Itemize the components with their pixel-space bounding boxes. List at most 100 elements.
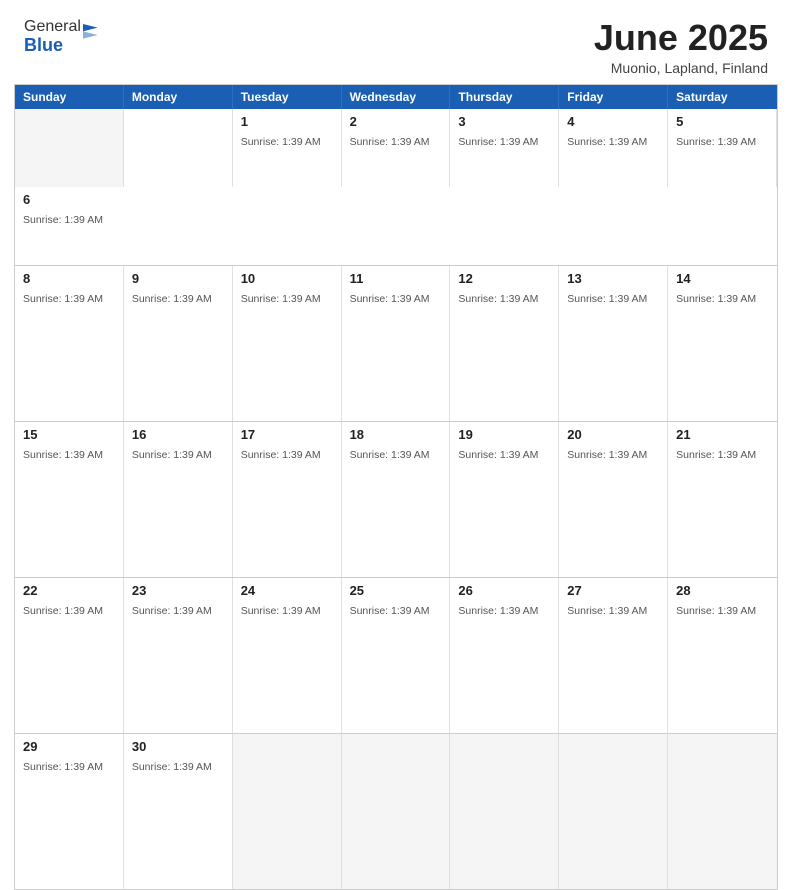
calendar-cell-8: 8 Sunrise: 1:39 AM	[15, 266, 124, 421]
calendar-cell-21: 21 Sunrise: 1:39 AM	[668, 422, 777, 577]
calendar-cell-	[124, 109, 233, 187]
calendar-cell-30: 30 Sunrise: 1:39 AM	[124, 734, 233, 889]
calendar-cell-27: 27Sunrise: 1:39 AM	[559, 578, 668, 733]
calendar-cell-6: 6 Sunrise: 1:39 AM	[15, 187, 124, 265]
day-number: 11	[350, 271, 442, 286]
header-friday: Friday	[559, 85, 668, 109]
sunrise-text: Sunrise: 1:39 AM	[676, 449, 756, 461]
sunrise-text: Sunrise: 1:39 AM	[350, 449, 430, 461]
day-number: 20	[567, 427, 659, 442]
sunrise-text: Sunrise: 1:39 AM	[567, 605, 647, 617]
day-number: 15	[23, 427, 115, 442]
calendar-cell-9: 9Sunrise: 1:39 AM	[124, 266, 233, 421]
calendar-cell-2: 2 Sunrise: 1:39 AM	[342, 109, 451, 187]
calendar-cell-19: 19 Sunrise: 1:39 AM	[450, 422, 559, 577]
calendar-week-1: 1Sunrise: 1:39 AM2Sunrise: 1:39 AM3Sunri…	[15, 109, 777, 265]
day-number: 14	[676, 271, 769, 286]
calendar-cell-26: 26 Sunrise: 1:39 AM	[450, 578, 559, 733]
calendar-cell-empty	[342, 734, 451, 889]
calendar-cell-20: 20 Sunrise: 1:39 AM	[559, 422, 668, 577]
calendar-cell-empty	[15, 109, 124, 187]
header-monday: Monday	[124, 85, 233, 109]
calendar-cell-25: 25Sunrise: 1:39 AM	[342, 578, 451, 733]
day-number: 6	[23, 192, 116, 207]
header-tuesday: Tuesday	[233, 85, 342, 109]
calendar-cell-28: 28 Sunrise: 1:39 AM	[668, 578, 777, 733]
sunrise-text: Sunrise: 1:39 AM	[567, 449, 647, 461]
logo-text: General Blue	[24, 18, 105, 55]
header-saturday: Saturday	[668, 85, 777, 109]
calendar-cell-1: 1 Sunrise: 1:39 AM	[233, 109, 342, 187]
sunrise-text: Sunrise: 1:39 AM	[458, 293, 538, 305]
day-number: 1	[241, 114, 333, 129]
sunrise-text: Sunrise: 1:39 AM	[132, 605, 212, 617]
sunrise-text: Sunrise: 1:39 AM	[458, 136, 538, 148]
logo-flag-icon	[83, 24, 105, 46]
sunrise-text: Sunrise: 1:39 AM	[676, 293, 756, 305]
calendar-cell-23: 23 Sunrise: 1:39 AM	[124, 578, 233, 733]
day-number: 19	[458, 427, 550, 442]
sunrise-text: Sunrise: 1:39 AM	[567, 136, 647, 148]
title-section: June 2025 Muonio, Lapland, Finland	[594, 18, 768, 76]
day-number: 16	[132, 427, 224, 442]
calendar-cell-15: 15Sunrise: 1:39 AM	[15, 422, 124, 577]
header-wednesday: Wednesday	[342, 85, 451, 109]
day-number: 8	[23, 271, 115, 286]
calendar-week-4: 22Sunrise: 1:39 AM23Sunrise: 1:39 AM24Su…	[15, 577, 777, 733]
day-number: 30	[132, 739, 224, 754]
day-number: 9	[132, 271, 224, 286]
calendar-cell-10: 10Sunrise: 1:39 AM	[233, 266, 342, 421]
sunrise-text: Sunrise: 1:39 AM	[567, 293, 647, 305]
header: General Blue June 2025 Muonio, Lapland, …	[0, 0, 792, 84]
calendar-cell-5: 5 Sunrise: 1:39 AM	[668, 109, 777, 187]
calendar-cell-empty	[450, 734, 559, 889]
sunrise-text: Sunrise: 1:39 AM	[23, 605, 103, 617]
calendar-week-5: 29Sunrise: 1:39 AM 30 Sunrise: 1:39 AM	[15, 733, 777, 889]
calendar-cell-14: 14 Sunrise: 1:39 AM	[668, 266, 777, 421]
day-number: 26	[458, 583, 550, 598]
sunrise-text: Sunrise: 1:39 AM	[241, 449, 321, 461]
day-number: 23	[132, 583, 224, 598]
calendar-cell-empty	[233, 734, 342, 889]
month-title: June 2025	[594, 18, 768, 58]
sunrise-text: Sunrise: 1:39 AM	[676, 605, 756, 617]
sunrise-text: Sunrise: 1:39 AM	[350, 293, 430, 305]
sunrise-text: Sunrise: 1:39 AM	[23, 214, 103, 226]
calendar-cell-13: 13 Sunrise: 1:39 AM	[559, 266, 668, 421]
calendar-body: 1Sunrise: 1:39 AM2Sunrise: 1:39 AM3Sunri…	[15, 109, 777, 889]
day-number: 22	[23, 583, 115, 598]
calendar-cell-29: 29Sunrise: 1:39 AM	[15, 734, 124, 889]
sunrise-text: Sunrise: 1:39 AM	[241, 136, 321, 148]
calendar-cell-12: 12 Sunrise: 1:39 AM	[450, 266, 559, 421]
day-number: 13	[567, 271, 659, 286]
sunrise-text: Sunrise: 1:39 AM	[23, 293, 103, 305]
calendar: Sunday Monday Tuesday Wednesday Thursday…	[14, 84, 778, 890]
day-number: 18	[350, 427, 442, 442]
day-number: 28	[676, 583, 769, 598]
calendar-cell-empty	[559, 734, 668, 889]
sunrise-text: Sunrise: 1:39 AM	[458, 449, 538, 461]
day-number: 4	[567, 114, 659, 129]
day-number: 21	[676, 427, 769, 442]
calendar-cell-3: 3Sunrise: 1:39 AM	[450, 109, 559, 187]
day-number: 12	[458, 271, 550, 286]
day-number: 17	[241, 427, 333, 442]
day-number: 25	[350, 583, 442, 598]
sunrise-text: Sunrise: 1:39 AM	[132, 761, 212, 773]
calendar-cell-16: 16Sunrise: 1:39 AM	[124, 422, 233, 577]
header-thursday: Thursday	[450, 85, 559, 109]
calendar-cell-empty	[668, 734, 777, 889]
sunrise-text: Sunrise: 1:39 AM	[241, 605, 321, 617]
day-number: 2	[350, 114, 442, 129]
calendar-cell-4: 4 Sunrise: 1:39 AM	[559, 109, 668, 187]
calendar-header: Sunday Monday Tuesday Wednesday Thursday…	[15, 85, 777, 109]
day-number: 5	[676, 114, 768, 129]
logo-blue: Blue	[24, 35, 63, 55]
page: General Blue June 2025 Muonio, Lapland, …	[0, 0, 792, 612]
sunrise-text: Sunrise: 1:39 AM	[458, 605, 538, 617]
location: Muonio, Lapland, Finland	[594, 60, 768, 76]
sunrise-text: Sunrise: 1:39 AM	[676, 136, 756, 148]
sunrise-text: Sunrise: 1:39 AM	[350, 136, 430, 148]
day-number: 29	[23, 739, 115, 754]
calendar-cell-17: 17 Sunrise: 1:39 AM	[233, 422, 342, 577]
